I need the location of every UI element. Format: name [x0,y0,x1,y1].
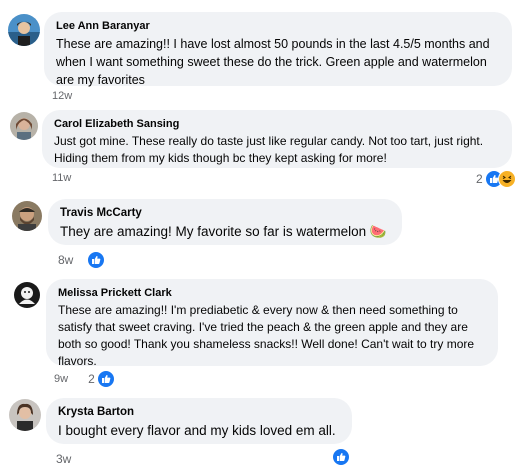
comment-text: These are amazing!! I have lost almost 5… [56,37,490,87]
like-icon [332,448,350,466]
avatar[interactable] [10,112,38,140]
comment-timestamp[interactable]: 12w [52,90,72,102]
profile-photo-icon [12,201,42,231]
comment-author[interactable]: Melissa Prickett Clark [58,286,486,300]
like-icon [96,370,115,388]
comment-meta: 9w 2 [54,370,115,388]
comment-meta: 12w [52,90,72,102]
avatar[interactable] [12,201,42,231]
profile-photo-icon [10,112,38,140]
comment-author[interactable]: Lee Ann Baranyar [56,19,500,33]
haha-icon [497,170,516,188]
comment-bubble: Melissa Prickett Clark These are amazing… [46,279,498,368]
comment-text: I bought every flavor and my kids loved … [58,423,336,438]
comment-author[interactable]: Carol Elizabeth Sansing [54,117,500,131]
comment-timestamp[interactable]: 8w [58,253,73,267]
comment-meta: 8w [58,251,106,269]
reaction-summary[interactable] [332,448,350,466]
reaction-summary[interactable]: 2 [476,170,516,188]
comment-timestamp[interactable]: 3w [56,452,71,466]
comment-author[interactable]: Travis McCarty [60,206,390,220]
comment-text: These are amazing!! I'm prediabetic & ev… [58,303,475,368]
reaction-count: 2 [88,372,95,386]
comment-text: They are amazing! My favorite so far is … [60,224,387,239]
comment-bubble: Krysta Barton I bought every flavor and … [46,398,352,444]
comment-meta: 3w [56,452,71,466]
comment-meta: 11w [52,172,71,184]
comment-bubble: Carol Elizabeth Sansing Just got mine. T… [42,110,512,168]
avatar[interactable] [9,399,41,431]
profile-photo-icon [12,280,42,310]
profile-photo-icon [8,14,40,46]
comment-timestamp[interactable]: 11w [52,172,71,184]
comment-bubble: Travis McCarty They are amazing! My favo… [48,199,402,245]
avatar[interactable] [8,14,40,46]
comment-bubble: Lee Ann Baranyar These are amazing!! I h… [44,12,512,87]
reaction-summary[interactable]: 2 [88,370,115,388]
profile-photo-icon [9,399,41,431]
comment-author[interactable]: Krysta Barton [58,405,340,419]
like-icon[interactable] [87,251,106,269]
comment-timestamp[interactable]: 9w [54,373,68,385]
avatar[interactable] [12,280,42,310]
comment-text: Just got mine. These really do taste jus… [54,134,484,165]
reaction-count: 2 [476,172,483,186]
